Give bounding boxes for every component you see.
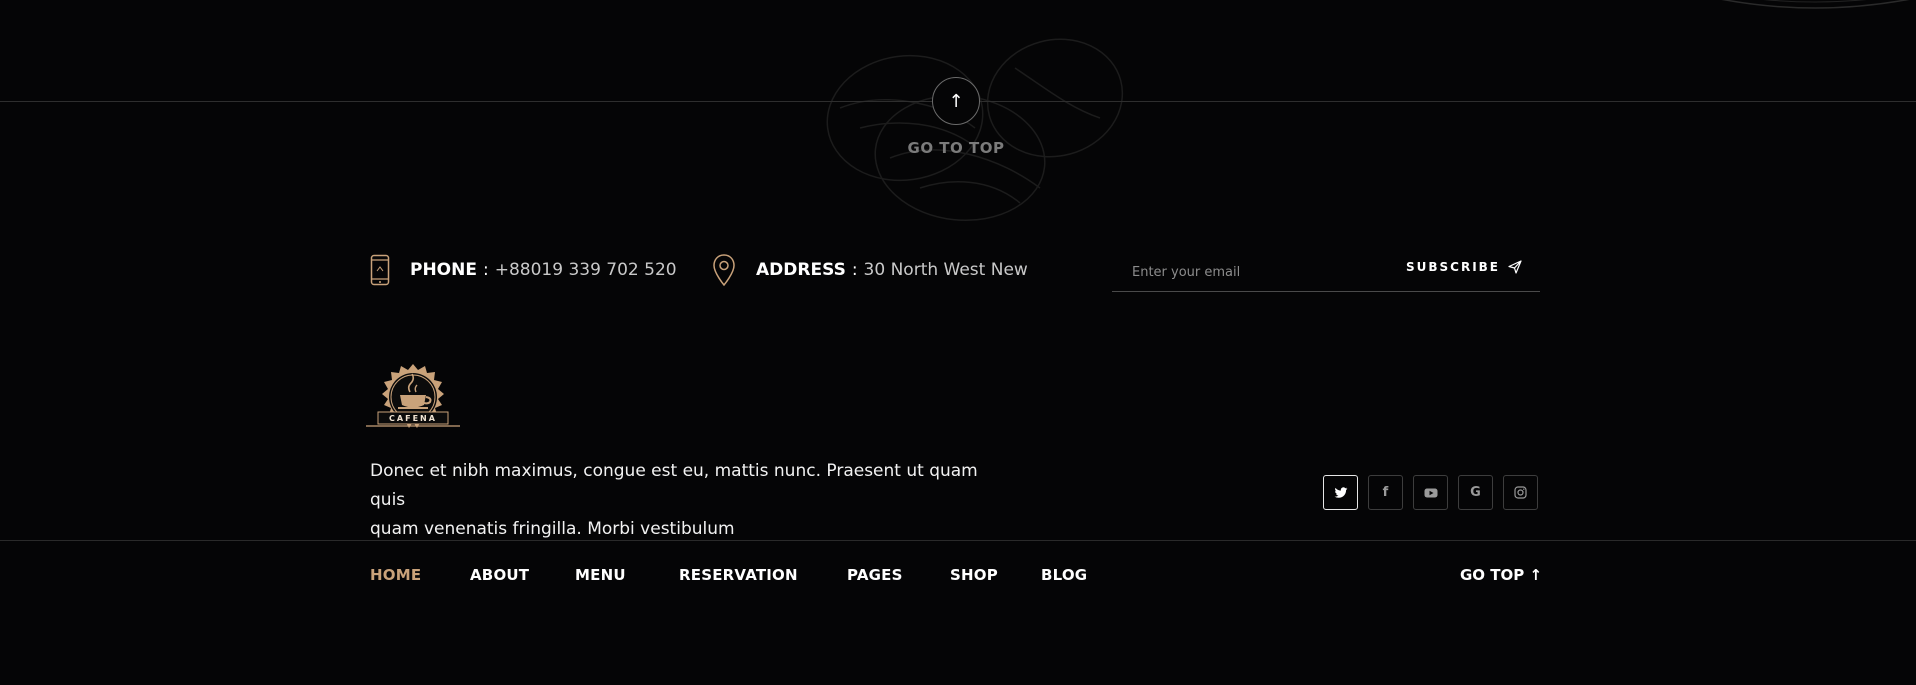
- instagram-icon: [1514, 486, 1527, 499]
- youtube-icon: [1424, 488, 1437, 497]
- address-label: ADDRESS: [756, 260, 846, 280]
- phone-label: PHONE: [410, 260, 477, 280]
- nav-shop[interactable]: SHOP: [950, 566, 998, 584]
- footer-description: Donec et nibh maximus, congue est eu, ma…: [370, 461, 978, 539]
- facebook-icon: f: [1382, 485, 1389, 500]
- saucer-illustration: [1721, 0, 1910, 9]
- location-pin-icon: [713, 254, 735, 287]
- go-to-top-button[interactable]: ↑: [932, 77, 980, 125]
- phone-value[interactable]: +88019 339 702 520: [495, 260, 677, 280]
- twitter-icon: [1334, 486, 1347, 498]
- subscribe-button[interactable]: SUBSCRIBE: [1406, 260, 1522, 274]
- bottom-divider: [0, 540, 1916, 541]
- arrow-up-icon: ↑: [948, 90, 964, 112]
- paper-plane-icon: [1508, 260, 1522, 274]
- footer-go-top-link[interactable]: GO TOP ↑: [1460, 566, 1542, 584]
- subscribe-label: SUBSCRIBE: [1405, 260, 1500, 274]
- coffee-beans-illustration: [826, 38, 1124, 222]
- nav-blog[interactable]: BLOG: [1041, 566, 1087, 584]
- social-links: f G: [1323, 475, 1538, 510]
- nav-about[interactable]: ABOUT: [470, 566, 529, 584]
- nav-reservation[interactable]: RESERVATION: [679, 566, 798, 584]
- logo-text: CAFENA: [389, 414, 437, 423]
- nav-menu[interactable]: MENU: [575, 566, 626, 584]
- phone-contact: PHONE : +88019 339 702 520: [370, 251, 677, 289]
- cafena-logo: CAFENA: [366, 364, 460, 428]
- address-value: 30 North West New: [863, 260, 1028, 280]
- phone-icon: [370, 254, 390, 286]
- youtube-button[interactable]: [1413, 475, 1448, 510]
- email-input[interactable]: [1130, 260, 1374, 284]
- go-to-top-label[interactable]: GO TO TOP: [856, 139, 1056, 157]
- google-icon: G: [1470, 485, 1481, 500]
- address-contact: ADDRESS : 30 North West New: [712, 251, 1028, 289]
- twitter-button[interactable]: [1323, 475, 1358, 510]
- instagram-button[interactable]: [1503, 475, 1538, 510]
- nav-pages[interactable]: PAGES: [847, 566, 903, 584]
- facebook-button[interactable]: f: [1368, 475, 1403, 510]
- newsletter-form: SUBSCRIBE: [1112, 252, 1540, 292]
- nav-home[interactable]: HOME: [370, 566, 421, 584]
- google-button[interactable]: G: [1458, 475, 1493, 510]
